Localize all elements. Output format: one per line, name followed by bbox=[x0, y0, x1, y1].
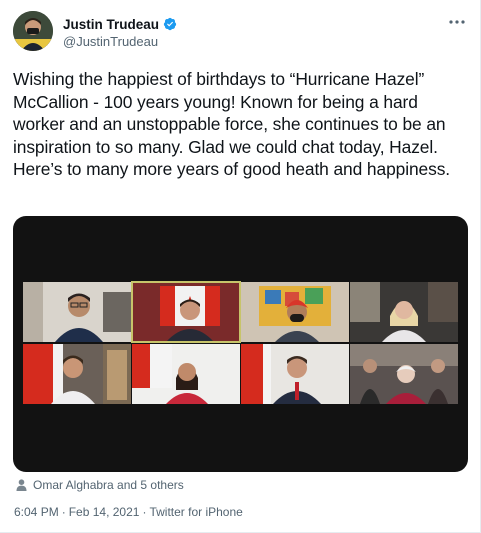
call-tile-man-suit bbox=[241, 344, 349, 404]
call-tile-man-glasses bbox=[23, 282, 131, 342]
call-tile-man-turban bbox=[241, 282, 349, 342]
liked-by-text: Omar Alghabra and 5 others bbox=[33, 478, 184, 492]
liked-by[interactable]: Omar Alghabra and 5 others bbox=[16, 478, 184, 492]
avatar[interactable] bbox=[13, 11, 53, 51]
tweet-date[interactable]: Feb 14, 2021 bbox=[69, 505, 140, 519]
tweet-source[interactable]: Twitter for iPhone bbox=[149, 505, 242, 519]
author-handle[interactable]: @JustinTrudeau bbox=[63, 34, 177, 49]
meta-separator: · bbox=[142, 505, 147, 519]
person-icon bbox=[16, 479, 27, 491]
call-tile-justin-trudeau bbox=[23, 344, 131, 404]
tweet-meta: 6:04 PM · Feb 14, 2021 · Twitter for iPhone bbox=[14, 505, 243, 519]
author-names: Justin Trudeau @JustinTrudeau bbox=[63, 15, 177, 49]
tweet-text: Wishing the happiest of birthdays to “Hu… bbox=[13, 69, 451, 179]
verified-badge-icon bbox=[163, 17, 177, 31]
meta-separator: · bbox=[61, 505, 66, 519]
call-tile-woman-blonde bbox=[350, 282, 458, 342]
tweet-media-image[interactable] bbox=[13, 216, 468, 472]
call-tile-man-flag bbox=[131, 281, 241, 343]
more-options-icon[interactable] bbox=[446, 13, 468, 31]
tweet-header: Justin Trudeau @JustinTrudeau bbox=[13, 11, 468, 55]
call-tile-woman-flag bbox=[132, 344, 240, 404]
call-tile-hazel-mccallion bbox=[350, 344, 458, 404]
tweet-card: Justin Trudeau @JustinTrudeau Wishing th… bbox=[0, 0, 481, 533]
tweet-time[interactable]: 6:04 PM bbox=[14, 505, 59, 519]
author-display-name[interactable]: Justin Trudeau bbox=[63, 17, 159, 32]
